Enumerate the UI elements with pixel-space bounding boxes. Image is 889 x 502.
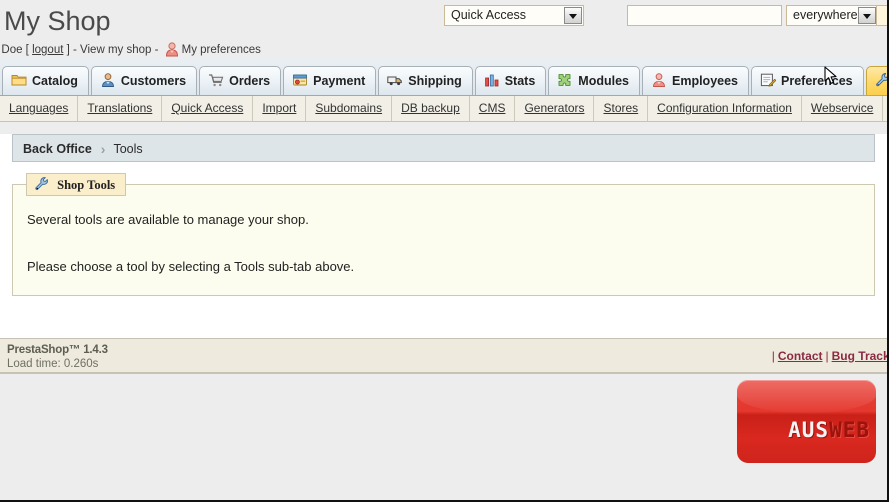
customer-icon — [100, 70, 116, 87]
tab-label: Catalog — [32, 74, 78, 88]
page-header: My Shop . Doe [ logout ] - View my shop … — [0, 0, 889, 58]
shop-tools-panel: Shop Tools Several tools are available t… — [12, 173, 875, 296]
subtab-label: CMS — [478, 101, 506, 115]
folder-icon — [11, 70, 27, 86]
employee-icon — [651, 70, 667, 87]
subtab-label: Languages — [9, 101, 69, 115]
content-area: Back Office › Tools Shop Tools Several too… — [0, 134, 889, 338]
panel-legend: Shop Tools — [26, 173, 127, 196]
tab-preferences[interactable]: Preferences — [751, 66, 864, 95]
quick-access-dropdown[interactable]: Quick Access — [444, 5, 584, 26]
subtab-label: Translations — [87, 101, 153, 115]
truck-icon — [387, 70, 403, 86]
breadcrumb-current: Tools — [113, 142, 143, 156]
subtab-label: Configuration Information — [657, 101, 792, 115]
cart-icon — [208, 70, 224, 87]
logo-text-web: WEB — [829, 418, 870, 442]
subtab-import[interactable]: Import — [253, 96, 307, 121]
page-title: My Shop — [4, 6, 111, 36]
tab-label: Stats — [504, 74, 536, 88]
quick-access-selected-label: Quick Access — [451, 8, 527, 22]
subtab-label: DB backup — [401, 101, 460, 115]
panel-legend-label: Shop Tools — [57, 178, 116, 192]
breadcrumb-separator-icon: › — [100, 141, 106, 157]
prestashop-version: PrestaShop™ 1.4.3 — [7, 344, 108, 356]
bottom-area: AUSWEB — [0, 374, 889, 502]
tab-modules[interactable]: Modules — [548, 66, 640, 95]
tab-payment[interactable]: Payment — [283, 66, 377, 95]
tab-employees[interactable]: Employees — [642, 66, 750, 95]
tab-label: Employees — [672, 74, 739, 88]
page-root: My Shop . Doe [ logout ] - View my shop … — [0, 0, 889, 502]
payment-icon — [292, 70, 308, 86]
search-scope-dropdown[interactable]: everywhere — [786, 5, 878, 26]
chevron-down-icon[interactable] — [564, 7, 582, 24]
subtab-label: Quick Access — [171, 101, 244, 115]
tab-label: Orders — [229, 74, 271, 88]
search-field-wrap[interactable] — [627, 5, 782, 26]
subtab-label: Stores — [603, 101, 639, 115]
tab-shipping[interactable]: Shipping — [378, 66, 473, 95]
subtab-quick-access[interactable]: Quick Access — [162, 96, 254, 121]
subtab-stores[interactable]: Stores — [594, 96, 649, 121]
tab-customers[interactable]: Customers — [90, 66, 198, 95]
subtab-label: Subdomains — [315, 101, 383, 115]
contact-link[interactable]: Contact — [778, 349, 823, 363]
barchart-icon — [484, 70, 500, 87]
footer-links: |Contact|Bug Tracker — [769, 349, 889, 363]
breadcrumb: Back Office › Tools — [12, 134, 875, 162]
tab-label: Preferences — [781, 74, 853, 88]
footer-separator-2: | — [825, 349, 829, 363]
subtab-cms[interactable]: CMS — [470, 96, 516, 121]
subtab-translations[interactable]: Translations — [78, 96, 163, 121]
logo-wordmark: AUSWEB — [788, 420, 870, 441]
subtab-generators[interactable]: Generators — [515, 96, 595, 121]
tab-stats[interactable]: Stats — [474, 66, 547, 95]
panel-body: Several tools are available to manage yo… — [13, 185, 874, 275]
logout-link[interactable]: logout — [32, 44, 63, 56]
view-shop-text: ] - View my shop - — [63, 44, 162, 56]
subtab-configuration-information[interactable]: Configuration Information — [648, 96, 802, 121]
wrench-icon — [34, 176, 50, 192]
panel-text-line-2: Please choose a tool by selecting a Tool… — [27, 258, 355, 274]
bug-tracker-link[interactable]: Bug Tracker — [832, 349, 889, 363]
subtab-webservice[interactable]: Webservice — [802, 96, 884, 121]
logo-text-aus: AUS — [788, 418, 830, 442]
user-avatar-icon — [164, 41, 180, 57]
subtab-subdomains[interactable]: Subdomains — [306, 96, 393, 121]
breadcrumb-root[interactable]: Back Office — [23, 142, 92, 156]
tab-label: Payment — [313, 74, 366, 88]
sub-tab-bar: Languages Translations Quick Access Import S… — [0, 96, 889, 122]
subtab-label: Import — [262, 101, 297, 115]
search-input[interactable] — [627, 5, 782, 26]
tab-catalog[interactable]: Catalog — [2, 66, 89, 95]
tab-orders[interactable]: Orders — [199, 66, 282, 95]
page-footer: PrestaShop™ 1.4.3 Load time: 0.260s | Con… — [0, 338, 889, 374]
main-tab-bar: Catalog Customers Orders Payment Shipping Sta… — [0, 58, 889, 96]
tab-tools[interactable]: Tools — [865, 66, 889, 95]
panel-text-line-1: Several tools are available to manage yo… — [27, 212, 309, 227]
subtab-languages[interactable]: Languages — [0, 96, 79, 121]
search-scope-selected-label: everywhere — [793, 8, 858, 22]
user-name-text: . Doe [ — [0, 44, 29, 56]
tab-label: Modules — [578, 74, 629, 88]
footer-separator-1: | — [771, 349, 775, 363]
subtab-db-backup[interactable]: DB backup — [392, 96, 470, 121]
load-time: Load time: 0.260s — [7, 358, 99, 370]
tab-label: Shipping — [408, 74, 462, 88]
puzzle-icon — [557, 70, 573, 86]
chevron-down-icon[interactable] — [858, 7, 876, 24]
user-info-line: . Doe [ logout ] - View my shop - My pre… — [0, 41, 261, 57]
subtab-label: Generators — [524, 101, 585, 115]
tab-label: Customers — [120, 74, 187, 88]
pencil-note-icon — [760, 70, 777, 87]
ausweb-logo: AUSWEB — [737, 380, 876, 463]
logo-gloss — [737, 380, 876, 414]
subtab-label: Webservice — [810, 101, 874, 115]
my-preferences-link[interactable]: My preferences — [182, 44, 261, 56]
